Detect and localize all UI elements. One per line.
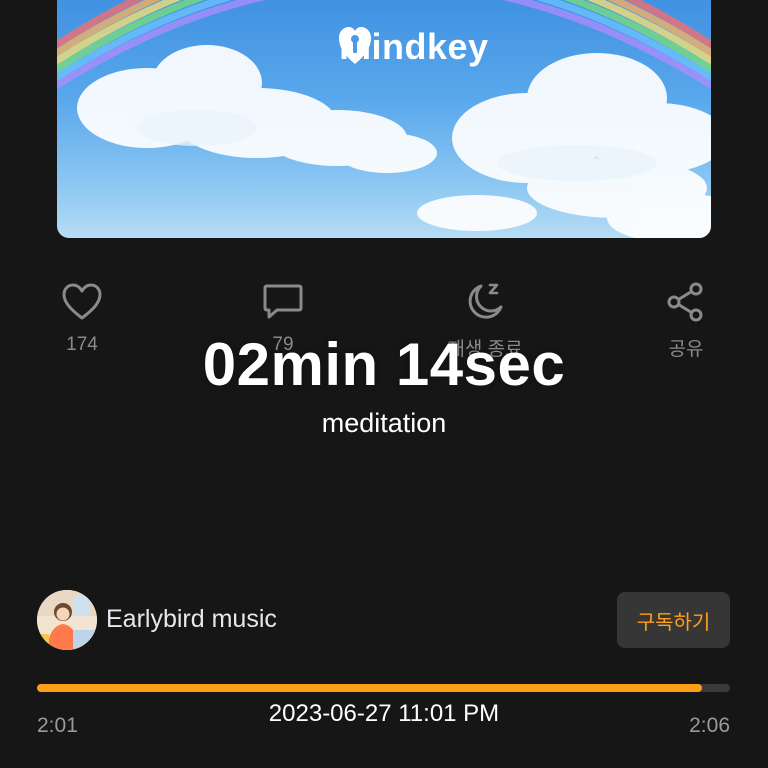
- category-label: meditation: [321, 408, 447, 438]
- avatar-illustration: [37, 590, 97, 650]
- date-timestamp: 2023-06-27 11:01 PM: [268, 700, 500, 727]
- comment-icon: [263, 284, 303, 319]
- channel-name[interactable]: Earlybird music: [106, 605, 277, 634]
- keyhole-heart-icon: [339, 27, 371, 64]
- duration-overlay: 02min 14sec: [202, 331, 566, 398]
- progress-track[interactable]: [37, 684, 730, 692]
- share-icon: [667, 282, 703, 322]
- channel-avatar[interactable]: [37, 590, 97, 650]
- player-screen: mindkey 174 79 재생 종료 공유 02min 14sec medi…: [0, 0, 768, 768]
- heart-icon: [62, 283, 102, 320]
- subscribe-button[interactable]: 구독하기: [617, 592, 730, 648]
- progress-fill: [37, 684, 703, 692]
- cover-artwork[interactable]: mindkey: [57, 0, 711, 238]
- brand-logo: mindkey: [339, 26, 489, 68]
- sleep-moon-icon: [468, 283, 503, 319]
